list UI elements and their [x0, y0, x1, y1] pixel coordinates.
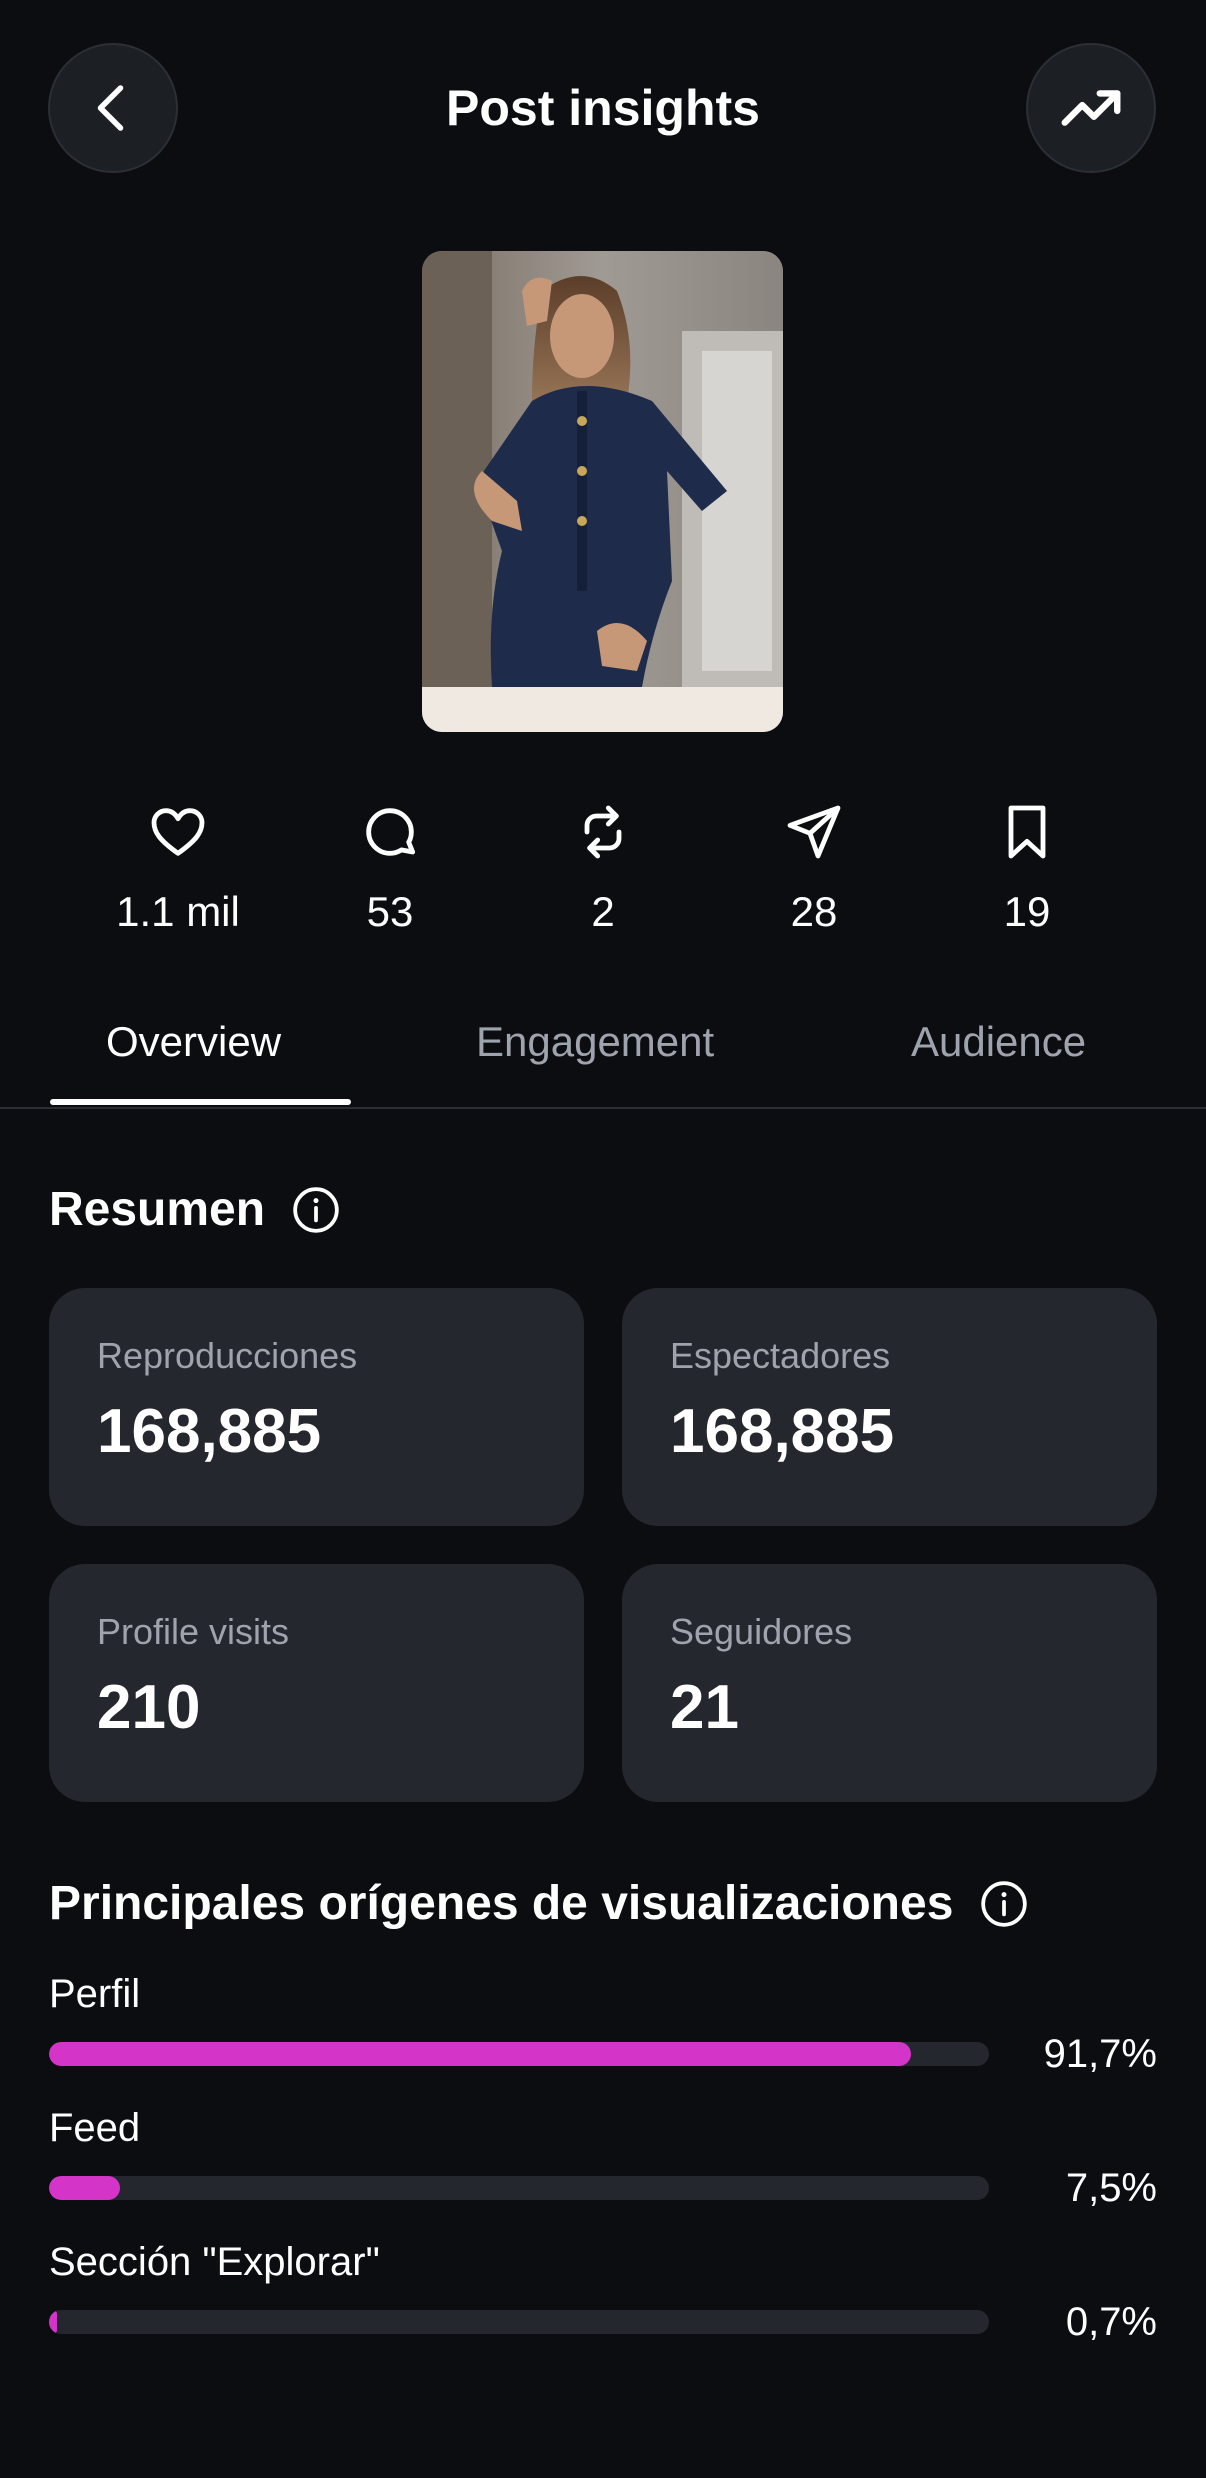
stat-card-label: Reproducciones [97, 1335, 358, 1376]
stat-card-label: Seguidores [670, 1611, 853, 1652]
saves-stat: 19 [927, 800, 1127, 942]
comments-stat: 53 [290, 800, 490, 942]
stat-card-plays: Reproducciones 168,885 [49, 1288, 584, 1526]
stat-card-profile-visits: Profile visits 210 [49, 1564, 584, 1802]
shares-count: 28 [790, 888, 838, 935]
source-bar-feed [49, 2176, 989, 2200]
shares-stat: 28 [714, 800, 914, 942]
info-icon[interactable] [291, 1185, 341, 1235]
heart-icon [151, 808, 205, 856]
stat-card-value: 168,885 [97, 1397, 322, 1466]
comment-icon [366, 808, 416, 856]
stat-card-value: 168,885 [670, 1397, 895, 1466]
stat-card-viewers: Espectadores 168,885 [622, 1288, 1157, 1526]
reposts-stat: 2 [503, 800, 703, 942]
source-label-feed: Feed [49, 2106, 141, 2150]
source-percent-explore: 0,7% [1065, 2300, 1157, 2344]
insights-tabs: Overview Engagement Audience [0, 1010, 1206, 1110]
summary-title: Resumen [49, 1178, 341, 1242]
stat-card-label: Profile visits [97, 1611, 290, 1652]
post-thumbnail[interactable] [422, 251, 783, 732]
tab-engagement[interactable]: Engagement [476, 1010, 714, 1074]
likes-count: 1.1 mil [116, 888, 240, 935]
likes-stat: 1.1 mil [78, 800, 278, 942]
source-bar-fill [49, 2176, 120, 2200]
tab-overview[interactable]: Overview [106, 1010, 281, 1074]
source-percent-feed: 7,5% [1065, 2166, 1157, 2210]
post-image [422, 251, 783, 732]
header: Post insights [0, 0, 1206, 220]
comments-count: 53 [366, 888, 414, 935]
source-percent-profile: 91,7% [1043, 2032, 1157, 2076]
stat-card-label: Espectadores [670, 1335, 891, 1376]
active-tab-indicator [50, 1099, 351, 1105]
reposts-count: 2 [591, 888, 615, 935]
tab-audience[interactable]: Audience [911, 1010, 1086, 1074]
source-label-explore: Sección "Explorar" [49, 2240, 380, 2284]
source-bar-explore [49, 2310, 989, 2334]
bookmark-icon [1008, 805, 1046, 859]
tabs-divider [0, 1107, 1206, 1109]
post-stats: 1.1 mil 53 2 28 19 [0, 800, 1206, 950]
repost-icon [584, 805, 622, 859]
trending-up-icon [1061, 90, 1121, 126]
source-bar-fill [49, 2310, 57, 2334]
send-icon [787, 805, 841, 859]
stat-card-value: 210 [97, 1673, 201, 1742]
sources-title-text: Principales orígenes de visualizaciones [49, 1877, 954, 1930]
summary-title-text: Resumen [49, 1183, 266, 1236]
source-bar-profile [49, 2042, 989, 2066]
sources-title: Principales orígenes de visualizaciones [49, 1872, 1029, 1936]
stat-card-value: 21 [670, 1673, 739, 1742]
info-icon[interactable] [979, 1879, 1029, 1929]
source-bar-fill [49, 2042, 911, 2066]
saves-count: 19 [1003, 888, 1051, 935]
trend-button[interactable] [1026, 43, 1156, 173]
stat-card-followers: Seguidores 21 [622, 1564, 1157, 1802]
source-label-profile: Perfil [49, 1972, 141, 2016]
